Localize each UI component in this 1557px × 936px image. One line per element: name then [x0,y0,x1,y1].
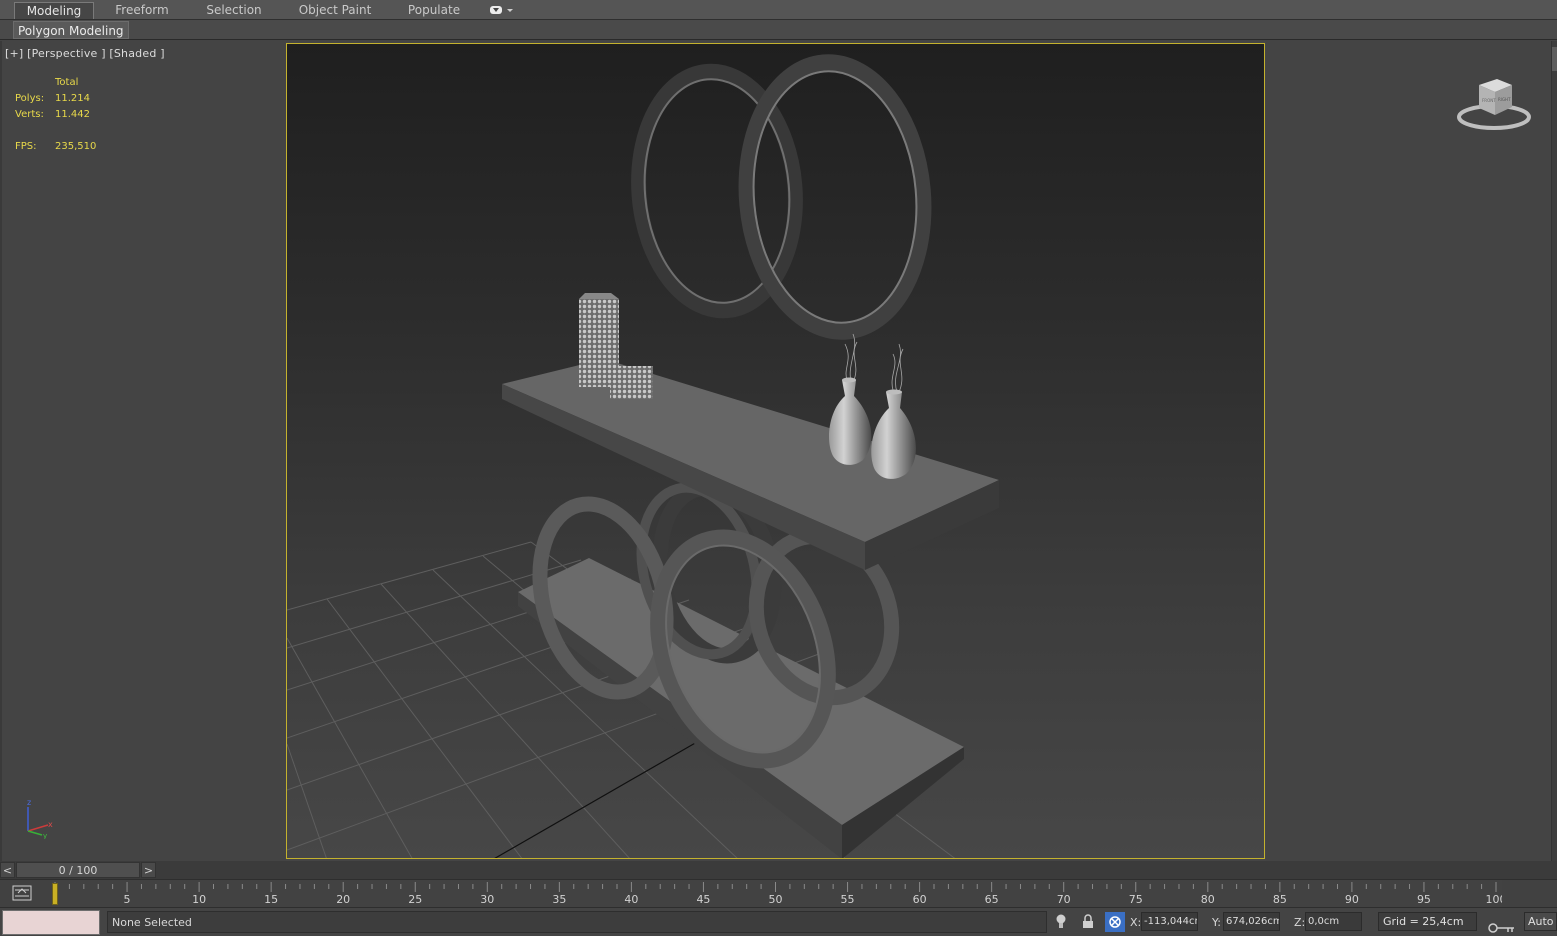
grid-axis-line [494,741,698,858]
track-bar-frame-label: 50 [769,893,783,906]
x-coord-label: X: [1130,916,1142,929]
ribbon-tab-bar: Modeling Freeform Selection Object Paint… [0,0,1557,20]
x-coord-field[interactable]: -113,044cm [1141,912,1198,931]
track-bar-frame-label: 60 [913,893,927,906]
viewport-scrollbar[interactable] [1551,41,1557,861]
tab-modeling[interactable]: Modeling [14,2,94,19]
selection-status-text: None Selected [107,911,1047,933]
isolate-bulb-icon[interactable] [1053,913,1069,931]
y-coord-label: Y: [1212,916,1221,929]
ribbon-panel-bar: Polygon Modeling [0,20,1557,40]
tab-object-paint[interactable]: Object Paint [290,2,380,19]
selection-lock-icon[interactable] [1080,913,1096,931]
wall-mirror-rings[interactable] [629,54,935,340]
viewcube-right-label: RIGHT [1498,97,1511,102]
track-bar-frame-label: 20 [336,893,350,906]
track-bar-frame-label: 70 [1057,893,1071,906]
z-coord-label: Z: [1294,916,1306,929]
decor-block-short[interactable] [610,366,653,399]
viewport-left-margin [0,41,286,861]
axis-y-label: y [43,832,47,839]
tab-selection[interactable]: Selection [196,2,272,19]
grid-size-display: Grid = 25,4cm [1378,912,1477,931]
axis-z-label: z [27,798,31,807]
viewport-right-margin [1266,41,1557,861]
axis-x-label: x [48,820,53,829]
time-slider-next-button[interactable]: > [141,862,156,878]
track-bar-frame-label: 65 [985,893,999,906]
vase-right[interactable] [871,389,916,479]
viewport-area: [+] [Perspective ] [Shaded ] Total Polys… [0,41,1557,861]
viewcube-icon[interactable]: FRONT RIGHT [1455,73,1533,133]
track-bar-frame-label: 30 [480,893,494,906]
time-slider-thumb[interactable]: 0 / 100 [16,862,140,878]
track-bar-frame-label: 15 [264,893,278,906]
time-slider-prev-button[interactable]: < [0,862,15,878]
stats-fps-value: 235,510 [55,141,97,152]
polygon-modeling-panel-button[interactable]: Polygon Modeling [13,21,129,39]
track-bar-frame-label: 40 [624,893,638,906]
ribbon-display-options-icon[interactable] [488,4,514,17]
set-key-icon[interactable] [1488,922,1516,934]
stats-polys-value: 11.214 [55,93,90,104]
auto-key-button[interactable]: Auto Key [1524,912,1557,931]
track-bar-frame-label: 95 [1417,893,1431,906]
track-bar-frame-label: 75 [1129,893,1143,906]
stats-verts-value: 11.442 [55,109,90,120]
status-bar: None Selected X: -113,044cm Y: 674,026cm… [0,907,1557,936]
z-coord-field[interactable]: 0,0cm [1305,912,1362,931]
time-slider[interactable]: < 0 / 100 > [0,861,1557,879]
curve-editor-icon[interactable] [12,885,32,901]
track-bar-frame-label: 100 [1486,893,1503,906]
stats-fps-label: FPS: [15,141,37,152]
track-bar-frame-label: 85 [1273,893,1287,906]
maxscript-listener-field[interactable] [2,910,100,935]
track-bar[interactable]: 0510152025303540455055606570758085909510… [0,879,1557,908]
tab-populate[interactable]: Populate [398,2,470,19]
stats-verts-label: Verts: [15,109,44,120]
vase-left[interactable] [829,377,872,465]
viewcube-front-label: FRONT [1482,98,1496,103]
track-bar-frame-label: 5 [124,893,131,906]
track-bar-frame-label: 45 [696,893,710,906]
tab-freeform[interactable]: Freeform [104,2,180,19]
track-bar-frame-label: 25 [408,893,422,906]
track-bar-frame-label: 90 [1345,893,1359,906]
viewport-label-menu[interactable]: [+] [Perspective ] [Shaded ] [5,47,165,60]
track-bar-frame-label: 10 [192,893,206,906]
axis-tripod-icon: z x y [27,798,53,839]
absolute-mode-transform-icon[interactable] [1105,912,1125,932]
console-base-slab[interactable] [518,558,964,859]
track-bar-frame-label: 35 [552,893,566,906]
stats-total-header: Total [55,77,79,88]
stats-polys-label: Polys: [15,93,45,104]
track-bar-frame-label: 55 [841,893,855,906]
y-coord-field[interactable]: 674,026cm [1223,912,1280,931]
viewport-scene[interactable] [287,44,1265,859]
track-bar-ruler[interactable]: 0510152025303540455055606570758085909510… [52,880,1502,908]
time-cursor[interactable] [52,883,58,905]
track-bar-frame-label: 80 [1201,893,1215,906]
perspective-viewport[interactable] [286,43,1265,859]
